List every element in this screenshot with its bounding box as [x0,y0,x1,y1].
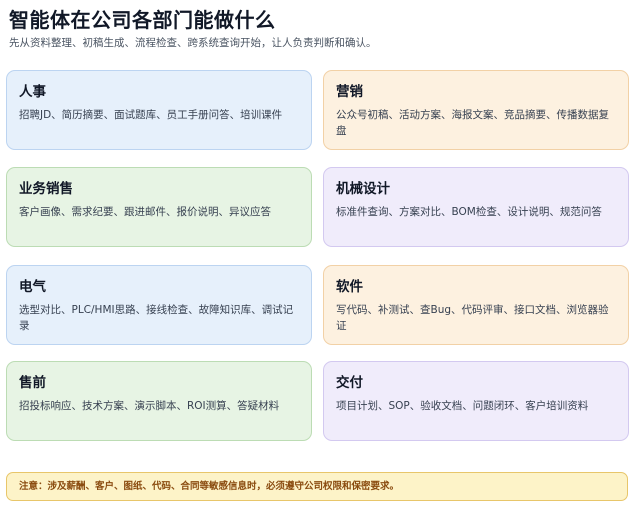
page-subtitle: 先从资料整理、初稿生成、流程检查、跨系统查询开始，让人负责判断和确认。 [9,37,377,49]
card-desc: 公众号初稿、活动方案、海报文案、竞品摘要、传播数据复盘 [336,109,609,137]
card-desc: 招聘JD、简历摘要、面试题库、员工手册问答、培训课件 [19,109,283,121]
card-desc: 标准件查询、方案对比、BOM检查、设计说明、规范问答 [336,206,602,218]
card-marketing: 营销 公众号初稿、活动方案、海报文案、竞品摘要、传播数据复盘 [323,70,629,150]
card-mechanical: 机械设计 标准件查询、方案对比、BOM检查、设计说明、规范问答 [323,167,629,247]
card-title: 业务销售 [19,181,73,197]
card-title: 营销 [336,84,363,100]
card-desc: 选型对比、PLC/HMI思路、接线检查、故障知识库、调试记录 [19,304,294,332]
card-desc: 客户画像、需求纪要、跟进邮件、报价说明、异议应答 [19,206,271,218]
card-title: 电气 [19,279,46,295]
card-desc: 写代码、补测试、查Bug、代码评审、接口文档、浏览器验证 [336,304,609,332]
card-desc: 招投标响应、技术方案、演示脚本、ROI测算、答疑材料 [19,400,280,412]
card-hr: 人事 招聘JD、简历摘要、面试题库、员工手册问答、培训课件 [6,70,312,150]
card-desc: 项目计划、SOP、验收文档、问题闭环、客户培训资料 [336,400,589,412]
page-title: 智能体在公司各部门能做什么 [9,8,276,32]
card-presales: 售前 招投标响应、技术方案、演示脚本、ROI测算、答疑材料 [6,361,312,441]
card-title: 交付 [336,375,363,391]
card-title: 售前 [19,375,46,391]
card-software: 软件 写代码、补测试、查Bug、代码评审、接口文档、浏览器验证 [323,265,629,345]
notice-banner: 注意：涉及薪酬、客户、图纸、代码、合同等敏感信息时，必须遵守公司权限和保密要求。 [6,472,628,501]
card-sales: 业务销售 客户画像、需求纪要、跟进邮件、报价说明、异议应答 [6,167,312,247]
card-electrical: 电气 选型对比、PLC/HMI思路、接线检查、故障知识库、调试记录 [6,265,312,345]
card-title: 软件 [336,279,363,295]
card-title: 机械设计 [336,181,390,197]
card-delivery: 交付 项目计划、SOP、验收文档、问题闭环、客户培训资料 [323,361,629,441]
card-title: 人事 [19,84,46,100]
